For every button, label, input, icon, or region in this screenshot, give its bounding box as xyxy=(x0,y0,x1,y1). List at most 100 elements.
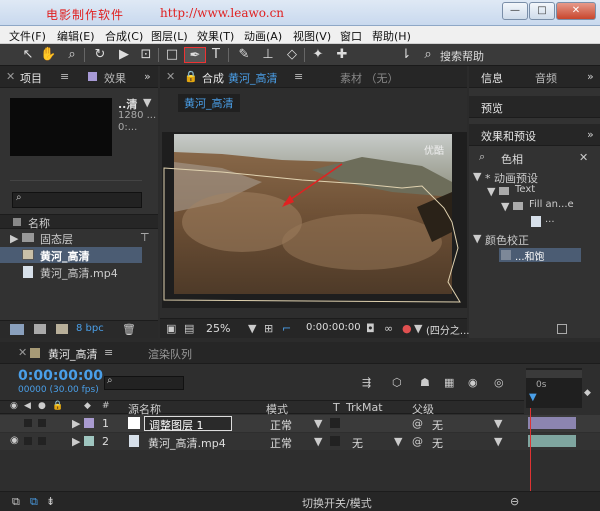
snapshot-icon[interactable]: ◘ xyxy=(366,322,375,335)
layer-name[interactable]: 黄河_高清.mp4 xyxy=(148,435,226,451)
work-area-bar[interactable] xyxy=(526,370,582,378)
comp-mini-flowchart-icon[interactable]: ⇶ xyxy=(362,376,371,389)
brush-tool-icon[interactable]: ✎ xyxy=(236,47,252,63)
solo-switch-icon[interactable]: ● xyxy=(38,401,46,411)
tab-footage[interactable]: 素材 （无） xyxy=(340,70,399,86)
search-help-icon[interactable]: ⌕ xyxy=(420,47,436,63)
menu-animation[interactable]: 动画(A) xyxy=(244,28,282,44)
tab-effect-controls[interactable]: 效果 xyxy=(104,70,126,86)
quality-dropdown-icon[interactable]: ▼ xyxy=(414,322,422,335)
comp-breadcrumb[interactable]: 黄河_高清 xyxy=(178,94,240,112)
toggle-switches-modes[interactable]: 切换开关/模式 xyxy=(302,495,372,511)
menu-composition[interactable]: 合成(C) xyxy=(105,28,143,44)
timeline-timecode[interactable]: 0:00:00:00 xyxy=(18,368,103,384)
tab-composition[interactable]: 黄河_高清 xyxy=(228,70,278,86)
expand-arrow-icon[interactable]: ▼ xyxy=(487,185,495,198)
panel-close-icon[interactable]: ✕ xyxy=(6,70,15,83)
motion-blur-icon[interactable]: ◉ xyxy=(468,376,478,389)
region-icon[interactable]: ▤ xyxy=(184,322,194,335)
eye-icon[interactable]: ◉ xyxy=(10,435,19,446)
pan-behind-tool-icon[interactable]: ⊡ xyxy=(138,47,154,63)
table-row[interactable]: ◉ ▶ 2 黄河_高清.mp4 正常 ▼ 无 ▼ @ 无 ▼ xyxy=(0,433,600,450)
tree-item-fill[interactable]: Fill an...e xyxy=(529,199,574,210)
clear-search-icon[interactable]: ✕ xyxy=(579,151,588,164)
tree-item-text[interactable]: Text xyxy=(515,184,535,195)
column-t[interactable]: T xyxy=(333,401,340,414)
shy-layers-icon[interactable]: ☗ xyxy=(420,376,430,389)
tab-composition-prefix[interactable]: 合成 xyxy=(202,70,224,86)
new-preset-icon[interactable] xyxy=(557,324,567,334)
column-trkmat[interactable]: TrkMat xyxy=(346,401,383,414)
panel-close-icon[interactable]: ✕ xyxy=(166,70,175,83)
pickwhip-icon[interactable]: @ xyxy=(412,417,423,430)
tree-item-color-correction[interactable]: 颜色校正 xyxy=(485,232,529,248)
panel-overflow-icon[interactable]: » xyxy=(587,128,594,141)
new-folder-icon[interactable] xyxy=(34,324,46,334)
tab-render-queue[interactable]: 渲染队列 xyxy=(148,346,192,362)
tree-item-preset[interactable]: ... xyxy=(545,214,555,225)
menu-layer[interactable]: 图层(L) xyxy=(151,28,188,44)
label-color-swatch[interactable] xyxy=(84,436,94,446)
eraser-tool-icon[interactable]: ◇ xyxy=(284,47,300,63)
menu-help[interactable]: 帮助(H) xyxy=(372,28,411,44)
video-switch-icon[interactable]: ◉ xyxy=(10,401,18,411)
always-preview-icon[interactable]: ▣ xyxy=(166,322,176,335)
mode-dropdown-icon[interactable]: ▼ xyxy=(314,417,322,430)
tab-project[interactable]: 项目 xyxy=(20,70,42,86)
new-composition-icon[interactable] xyxy=(56,324,68,334)
mode-dropdown-icon[interactable]: ▼ xyxy=(314,435,322,448)
selection-tool-icon[interactable]: ↖ xyxy=(20,47,36,63)
resolution-dropdown[interactable]: (四分之... xyxy=(426,322,469,337)
menu-view[interactable]: 视图(V) xyxy=(293,28,331,44)
panel-overflow-icon[interactable]: » xyxy=(144,70,151,83)
maximize-button[interactable]: □ xyxy=(529,2,555,20)
roto-brush-tool-icon[interactable]: ✦ xyxy=(310,47,326,63)
panel-close-icon[interactable]: ✕ xyxy=(18,346,27,359)
solo-toggle[interactable] xyxy=(38,437,46,445)
tab-info[interactable]: 信息 xyxy=(481,70,503,86)
label-color-swatch[interactable] xyxy=(84,418,94,428)
audio-toggle[interactable] xyxy=(24,419,32,427)
layer-parent[interactable]: 无 xyxy=(432,435,443,451)
in-out-panel-icon[interactable]: ⇟ xyxy=(46,495,55,508)
menu-window[interactable]: 窗口 xyxy=(340,28,362,44)
panel-menu-icon[interactable]: ≡ xyxy=(60,70,69,83)
label-tag-icon[interactable]: ◆ xyxy=(84,401,91,411)
tab-effects-presets[interactable]: 效果和预设 xyxy=(481,128,536,144)
solo-toggle[interactable] xyxy=(38,419,46,427)
tab-preview[interactable]: 预览 xyxy=(481,100,503,116)
grid-icon[interactable]: ⊞ xyxy=(264,322,273,335)
layer-mode[interactable]: 正常 xyxy=(270,435,292,451)
draft-3d-icon[interactable]: ⬡ xyxy=(392,376,402,389)
frame-blending-icon[interactable]: ▦ xyxy=(444,376,454,389)
audio-switch-icon[interactable]: ◀ xyxy=(24,401,31,411)
comp-dropdown-icon[interactable]: ▼ xyxy=(143,96,151,109)
close-button[interactable]: ✕ xyxy=(556,2,596,20)
tree-item-hue-saturation[interactable]: ...和饱 xyxy=(499,248,581,263)
flowchart-icon[interactable]: ⊤ xyxy=(140,231,150,244)
rotate-tool-icon[interactable]: ↻ xyxy=(92,47,108,63)
layer-bar[interactable] xyxy=(528,435,576,447)
expand-arrow-icon[interactable]: ▼ xyxy=(473,232,481,245)
expand-arrow-icon[interactable]: ▼ xyxy=(501,200,509,213)
tab-audio[interactable]: 音频 xyxy=(535,70,557,86)
layer-trkmat[interactable]: 无 xyxy=(352,435,363,451)
zoom-out-icon[interactable]: ⊖ xyxy=(510,495,519,508)
hand-tool-icon[interactable]: ✋ xyxy=(40,47,56,63)
list-item[interactable]: ▶ 固态层 ⊤ xyxy=(0,230,158,246)
layer-name-field[interactable]: 调整图层 1 xyxy=(144,416,232,432)
timeline-search-input[interactable] xyxy=(104,376,184,390)
effects-search-input[interactable]: 色相 xyxy=(501,151,523,167)
expand-arrow-icon[interactable]: ▶ xyxy=(72,435,80,448)
list-item[interactable]: 黄河_高清.mp4 xyxy=(0,264,158,280)
video-preview[interactable] xyxy=(162,132,467,308)
layer-parent[interactable]: 无 xyxy=(432,417,443,433)
interpret-footage-icon[interactable] xyxy=(10,324,24,335)
zoom-tool-icon[interactable]: ⌕ xyxy=(64,47,80,63)
text-tool-icon[interactable]: T xyxy=(208,47,224,63)
zoom-level[interactable]: 25% xyxy=(206,322,230,335)
parent-dropdown-icon[interactable]: ▼ xyxy=(494,435,502,448)
column-name[interactable]: 名称 xyxy=(28,215,50,231)
minimize-button[interactable]: — xyxy=(502,2,528,20)
expand-arrow-icon[interactable]: ▼ xyxy=(473,170,481,183)
